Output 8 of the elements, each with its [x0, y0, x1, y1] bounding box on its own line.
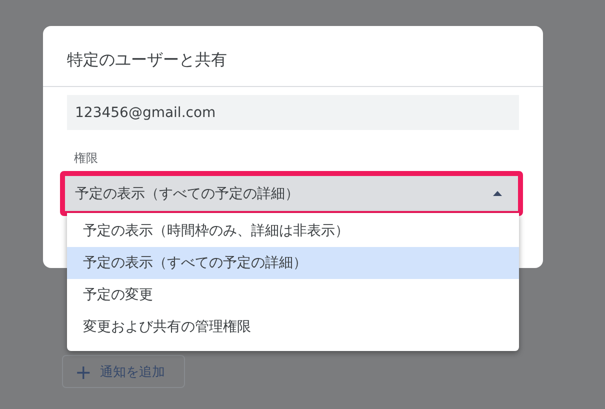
permission-label: 権限: [74, 150, 99, 167]
dialog-title: 特定のユーザーと共有: [43, 26, 543, 87]
menu-item[interactable]: 予定の表示（時間枠のみ、詳細は非表示）: [67, 215, 519, 247]
menu-item[interactable]: 変更および共有の管理権限: [67, 311, 519, 343]
permission-select[interactable]: 予定の表示（すべての予定の詳細）: [65, 176, 518, 211]
email-field[interactable]: 123456@gmail.com: [67, 95, 519, 130]
menu-item[interactable]: 予定の変更: [67, 279, 519, 311]
menu-item[interactable]: 予定の表示（すべての予定の詳細）: [67, 247, 519, 279]
